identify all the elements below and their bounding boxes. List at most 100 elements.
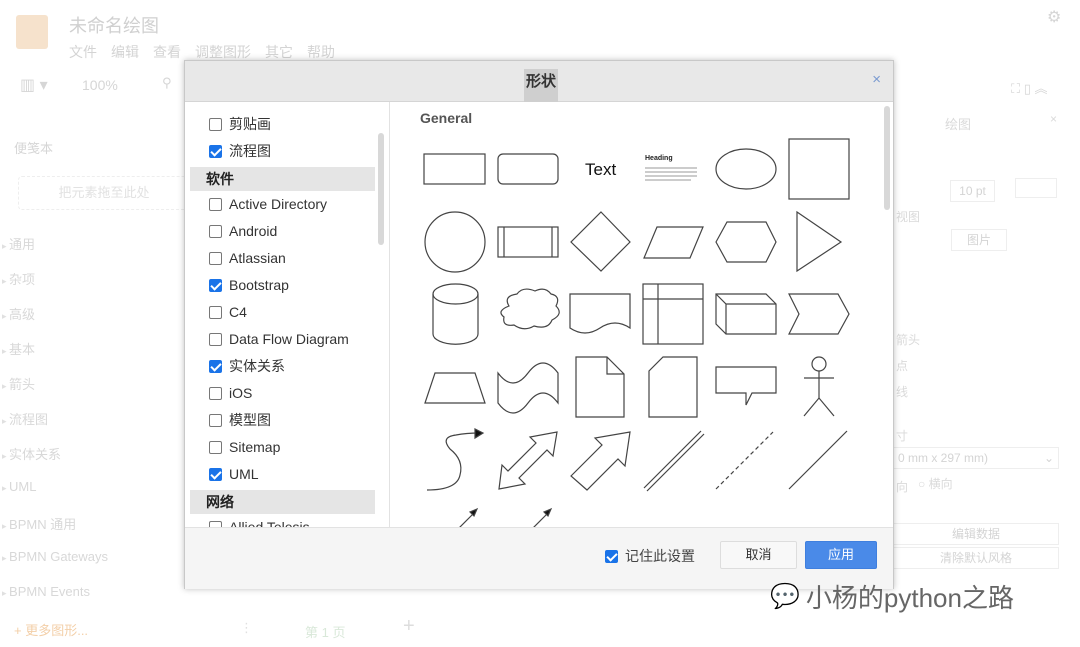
library-item-label: Android	[229, 223, 278, 239]
close-icon[interactable]: ×	[872, 71, 881, 88]
library-item-label: 实体关系	[229, 358, 285, 374]
library-item[interactable]: Atlassian	[209, 248, 286, 268]
cube-shape	[715, 293, 777, 335]
sidebar-item[interactable]: UML	[9, 479, 41, 494]
checkbox-unchecked[interactable]	[209, 117, 222, 131]
checkbox-unchecked[interactable]	[209, 224, 222, 238]
library-item[interactable]: Android	[209, 221, 277, 241]
checkbox-unchecked[interactable]	[209, 305, 222, 319]
watermark-text: 小杨的python之路	[805, 583, 1014, 613]
cylinder-shape	[432, 283, 479, 345]
menu-file[interactable]: 文件	[69, 42, 97, 62]
layout-icon[interactable]: ▥ ▾	[20, 75, 48, 95]
document-title[interactable]: 未命名绘图	[69, 12, 159, 38]
checkbox-unchecked[interactable]	[209, 440, 222, 454]
sidebar-item[interactable]: 箭头	[9, 374, 35, 393]
triangle-shape	[796, 210, 843, 273]
sidebar-item[interactable]: BPMN Events	[9, 584, 90, 599]
checkbox-checked[interactable]	[209, 359, 222, 373]
library-item-label: iOS	[229, 385, 253, 401]
sidebar-item[interactable]: 通用	[9, 234, 35, 253]
sidebar-item[interactable]: 实体关系	[9, 444, 61, 463]
remember-label: 记住此设置	[625, 548, 695, 564]
font-size-input[interactable]: 10 pt	[950, 180, 995, 202]
library-item[interactable]: Bootstrap	[209, 275, 289, 295]
sidebar-item[interactable]: BPMN 通用	[9, 514, 76, 533]
sidebar-item[interactable]: 杂项	[9, 269, 35, 288]
checkbox-unchecked[interactable]	[209, 332, 222, 346]
library-item-label: C4	[229, 304, 247, 320]
menu-help[interactable]: 帮助	[307, 42, 335, 62]
checkbox-checked[interactable]	[209, 467, 222, 481]
panel-close-icon[interactable]: ×	[1050, 112, 1057, 126]
library-item[interactable]: 实体关系	[209, 356, 285, 376]
process-shape	[497, 226, 559, 258]
paper-size-select[interactable]: 0 mm x 297 mm) ⌄	[893, 447, 1059, 469]
menu-view[interactable]: 查看	[153, 42, 181, 62]
page-menu-icon[interactable]: ⋮	[240, 620, 253, 636]
checkbox-checked[interactable]	[209, 278, 222, 292]
library-item[interactable]: Data Flow Diagram	[209, 329, 349, 349]
library-item[interactable]: 模型图	[209, 410, 271, 430]
library-item[interactable]: Sitemap	[209, 437, 280, 457]
apply-button[interactable]: 应用	[805, 541, 877, 569]
square-shape	[788, 138, 850, 200]
portrait-radio[interactable]: 向	[896, 478, 908, 495]
connector-shape	[533, 507, 553, 527]
checkbox-checked[interactable]	[209, 144, 222, 158]
bidirectional-arrow-shape	[498, 431, 558, 490]
library-group-header: 网络	[190, 490, 375, 514]
library-item[interactable]: UML	[209, 464, 259, 484]
connect-label: 点	[896, 359, 909, 373]
lines-label: 线	[896, 385, 909, 399]
library-item[interactable]: iOS	[209, 383, 252, 403]
menu-extras[interactable]: 其它	[265, 42, 293, 62]
library-list-scrollbar[interactable]	[378, 133, 384, 245]
directional-connector-shape	[459, 507, 479, 527]
remember-setting-checkbox[interactable]: 记住此设置	[605, 546, 695, 566]
checkbox-unchecked[interactable]	[209, 386, 222, 400]
more-shapes-link[interactable]: + 更多图形...	[14, 620, 88, 639]
tab-diagram[interactable]: 绘图	[945, 114, 971, 133]
heading-body-lines	[645, 167, 697, 181]
library-item-label: Sitemap	[229, 439, 281, 455]
dashed-line-shape	[715, 431, 774, 490]
sidebar-item[interactable]: 流程图	[9, 409, 48, 428]
color-swatch[interactable]	[1015, 178, 1057, 198]
checkbox-unchecked[interactable]	[209, 197, 222, 211]
menu-arrange[interactable]: 调整图形	[195, 42, 251, 62]
sidebar-item[interactable]: BPMN Gateways	[9, 549, 108, 564]
library-item[interactable]: C4	[209, 302, 247, 322]
checkbox-unchecked[interactable]	[209, 251, 222, 265]
cancel-button[interactable]: 取消	[720, 541, 797, 569]
zoom-select[interactable]: 100%	[82, 77, 118, 93]
cloud-shape	[500, 288, 560, 330]
wechat-icon: 💬	[770, 583, 800, 610]
library-item[interactable]: Allied Telesis	[209, 517, 310, 527]
menu-edit[interactable]: 编辑	[111, 42, 139, 62]
menu-bar: 文件 编辑 查看 调整图形 其它 帮助	[69, 42, 335, 62]
library-item[interactable]: 剪贴画	[209, 114, 271, 134]
library-item[interactable]: Active Directory	[209, 194, 327, 214]
sidebar-item[interactable]: 基本	[9, 339, 35, 358]
shape-preview-scrollbar[interactable]	[884, 106, 890, 210]
library-item[interactable]: 流程图	[209, 141, 271, 161]
trapezoid-shape	[424, 372, 486, 404]
fullscreen-icon[interactable]: ⛶ ▯ ︽	[1011, 78, 1047, 97]
settings-icon[interactable]: ⚙	[1047, 7, 1061, 27]
app-logo	[16, 15, 48, 49]
library-item-label: Atlassian	[229, 250, 286, 266]
add-page-button[interactable]: +	[403, 615, 415, 638]
checkbox-unchecked[interactable]	[209, 413, 222, 427]
step-shape	[788, 293, 850, 335]
sidebar-item[interactable]: 高级	[9, 304, 35, 323]
edit-data-button[interactable]: 编辑数据	[893, 523, 1059, 545]
clear-style-button[interactable]: 清除默认风格	[893, 547, 1059, 569]
landscape-radio[interactable]: ○ 横向	[918, 475, 953, 492]
image-button[interactable]: 图片	[951, 229, 1007, 251]
zoom-in-icon[interactable]: ⚲	[162, 75, 172, 91]
page-tab[interactable]: 第 1 页	[305, 622, 345, 641]
checkbox-checked[interactable]	[605, 549, 618, 563]
scratchpad-label[interactable]: 便笺本	[14, 138, 53, 157]
shape-preview: General Text Heading	[391, 102, 894, 527]
